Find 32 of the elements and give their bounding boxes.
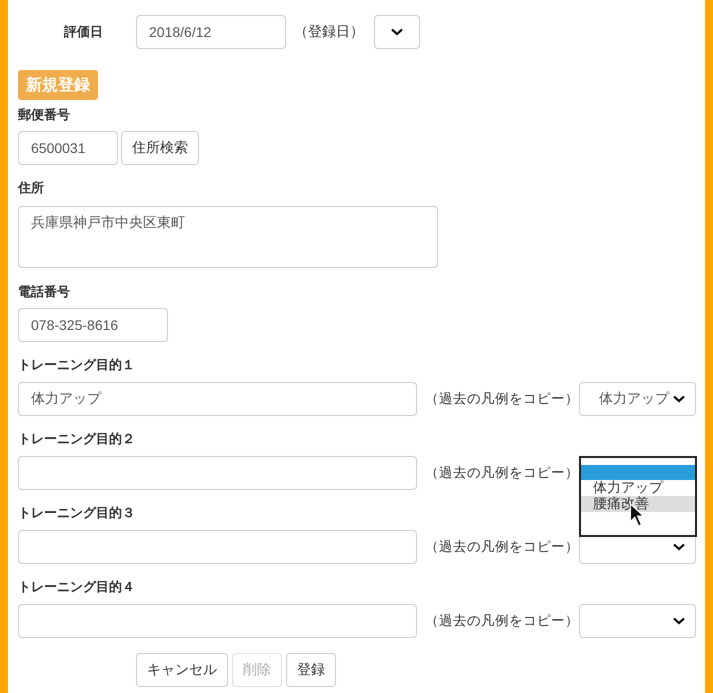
- list-option[interactable]: 体力アップ: [581, 480, 696, 496]
- field-label: トレーニング目的２: [18, 432, 135, 448]
- copy-label: （過去の凡例をコピー）: [425, 538, 579, 556]
- field-label: 評価日: [64, 24, 104, 41]
- goal-field[interactable]: [18, 456, 418, 490]
- copy-label: （過去の凡例をコピー）: [425, 464, 580, 482]
- phone-field[interactable]: 078-325-8616: [18, 308, 168, 342]
- date-field[interactable]: 2018/6/12: [136, 15, 286, 49]
- field-label: トレーニング目的４: [18, 580, 135, 596]
- address-search-button[interactable]: 住所検索: [121, 131, 199, 165]
- field-note: （登録日）: [294, 23, 364, 41]
- chevron-down-icon: [673, 543, 685, 551]
- action-button[interactable]: 登録: [286, 653, 336, 687]
- field-label: トレーニング目的３: [18, 506, 135, 522]
- dropdown[interactable]: 体力アップ: [579, 382, 696, 416]
- field-label: 住所: [18, 181, 44, 197]
- address-field[interactable]: 兵庫県神戸市中央区東町: [18, 206, 438, 268]
- goal-field[interactable]: [18, 530, 417, 564]
- section-badge: 新規登録: [18, 70, 98, 100]
- list-option[interactable]: [581, 465, 696, 480]
- goal-field[interactable]: 体力アップ: [18, 382, 417, 416]
- field-label: 郵便番号: [18, 108, 70, 124]
- copy-label: （過去の凡例をコピー）: [425, 390, 579, 408]
- chevron-down-icon: [673, 395, 685, 403]
- action-button[interactable]: キャンセル: [136, 653, 228, 687]
- goal-field[interactable]: [18, 604, 417, 638]
- chevron-down-icon: [391, 28, 403, 36]
- field-label: 電話番号: [18, 285, 70, 301]
- copy-label: （過去の凡例をコピー）: [425, 612, 579, 630]
- chevron-down-icon: [673, 617, 685, 625]
- field-label: トレーニング目的１: [18, 358, 135, 374]
- postal-code-field[interactable]: 6500031: [18, 131, 118, 165]
